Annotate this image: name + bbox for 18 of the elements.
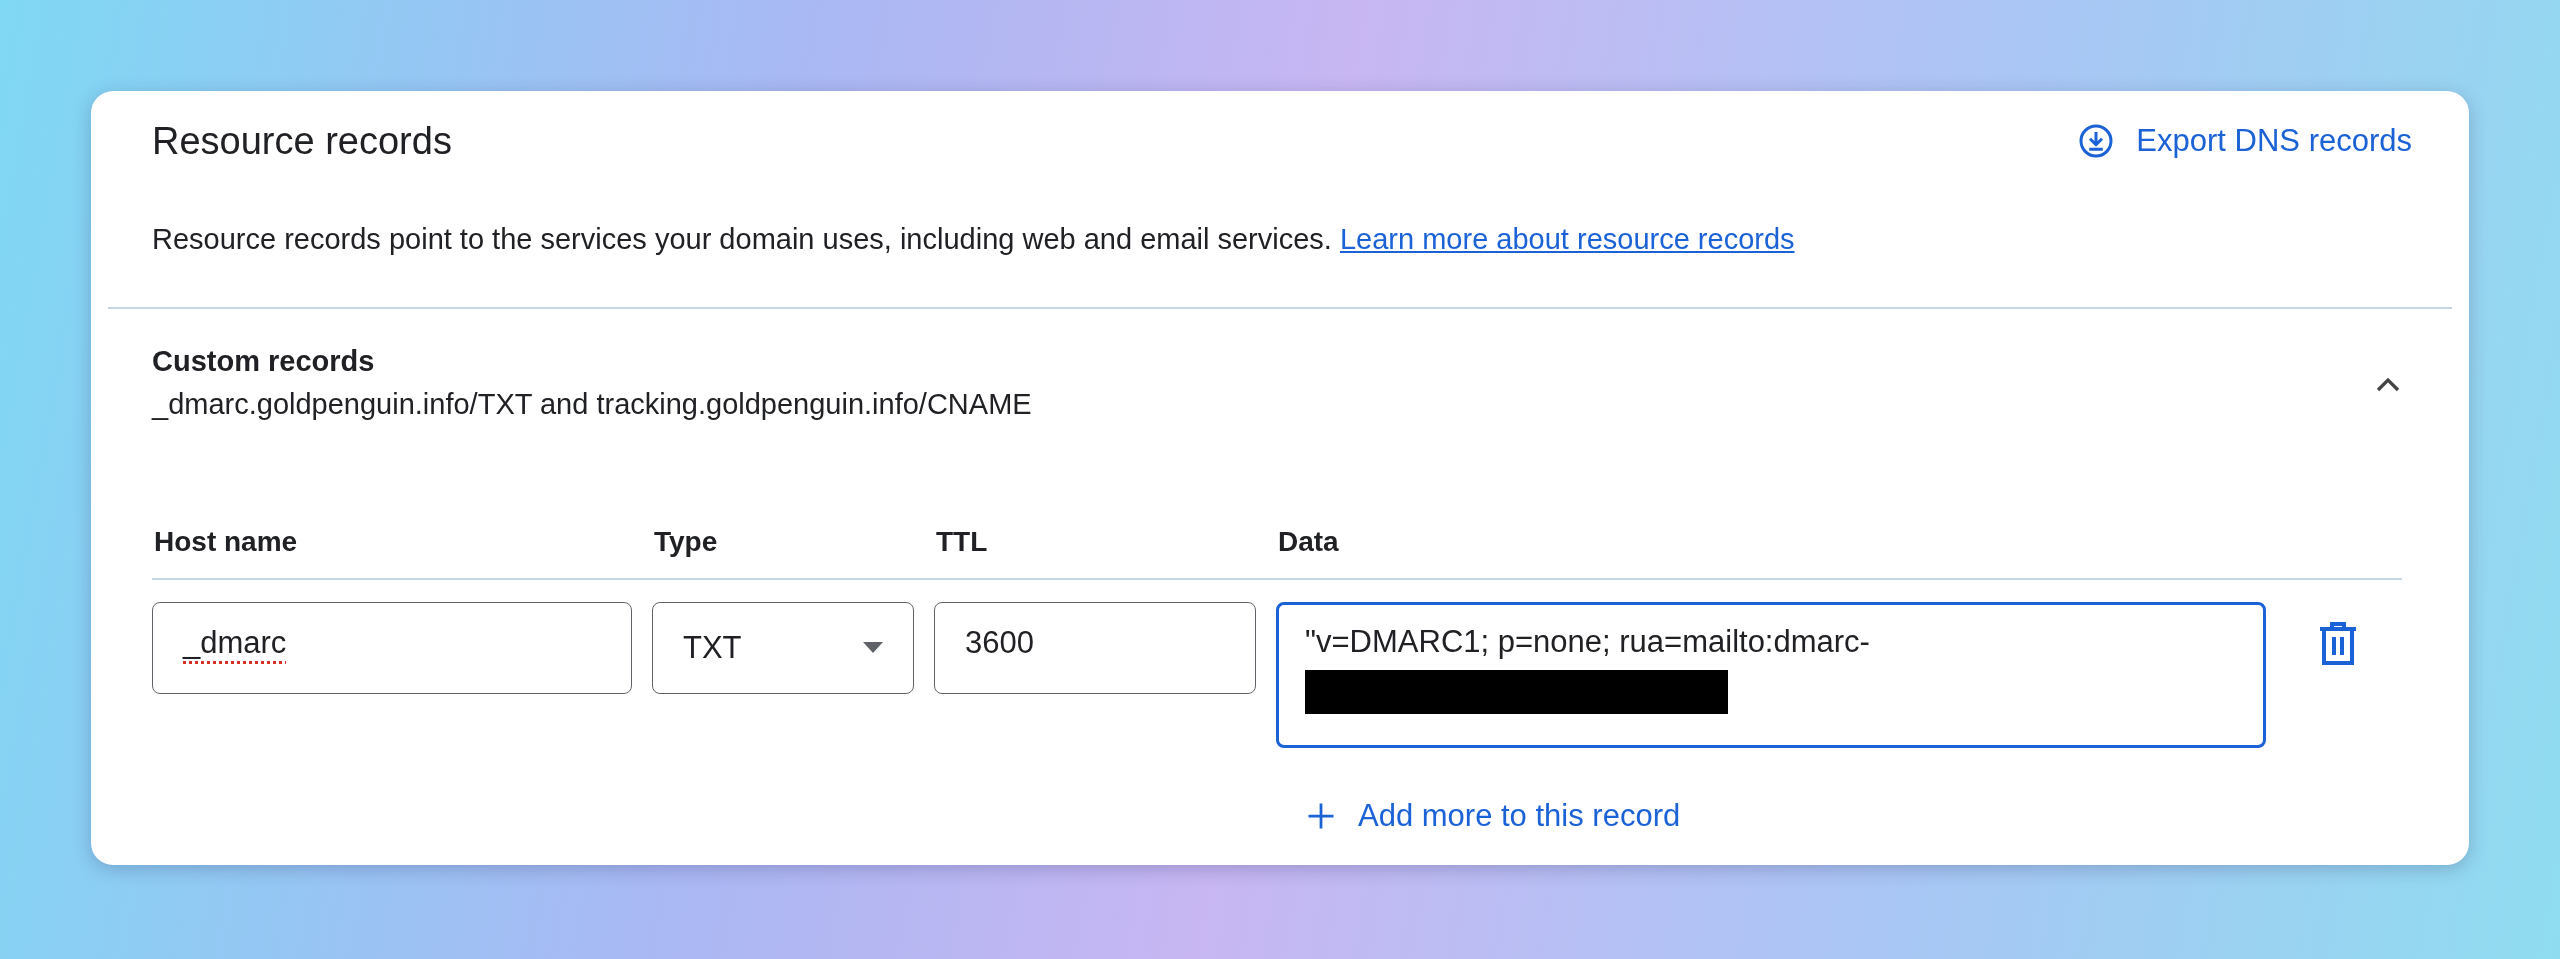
- custom-records-summary: _dmarc.goldpenguin.info/TXT and tracking.goldpenguin.info/CNAME: [152, 388, 1032, 421]
- download-icon: [2078, 123, 2115, 159]
- section-title: Resource records: [152, 119, 452, 163]
- column-header: TTL: [935, 525, 989, 559]
- export-link[interactable]: Export DNS records: [2078, 123, 2412, 159]
- type-dropdown[interactable]: TXT: [652, 602, 914, 694]
- description: Resource records point to the services your domain uses, including web and email services. Learn more about resource records: [151, 222, 1796, 257]
- ttl-field[interactable]: 3600: [934, 602, 1256, 694]
- host-name-field[interactable]: _dmarc: [152, 602, 632, 694]
- column-header: Data: [1277, 525, 1340, 559]
- add-more-link[interactable]: Add more to this record: [1306, 798, 1681, 834]
- learn-more-link[interactable]: Learn more about resource records: [1340, 223, 1795, 255]
- custom-records-title: Custom records: [152, 345, 376, 378]
- column-header: Host name: [153, 525, 299, 559]
- caret-icon: [863, 642, 883, 654]
- plus-icon: [1306, 801, 1336, 831]
- column-header: Type: [653, 525, 719, 559]
- data-field[interactable]: "v=DMARC1; p=none; rua=mailto:dmarc-: [1276, 602, 2266, 748]
